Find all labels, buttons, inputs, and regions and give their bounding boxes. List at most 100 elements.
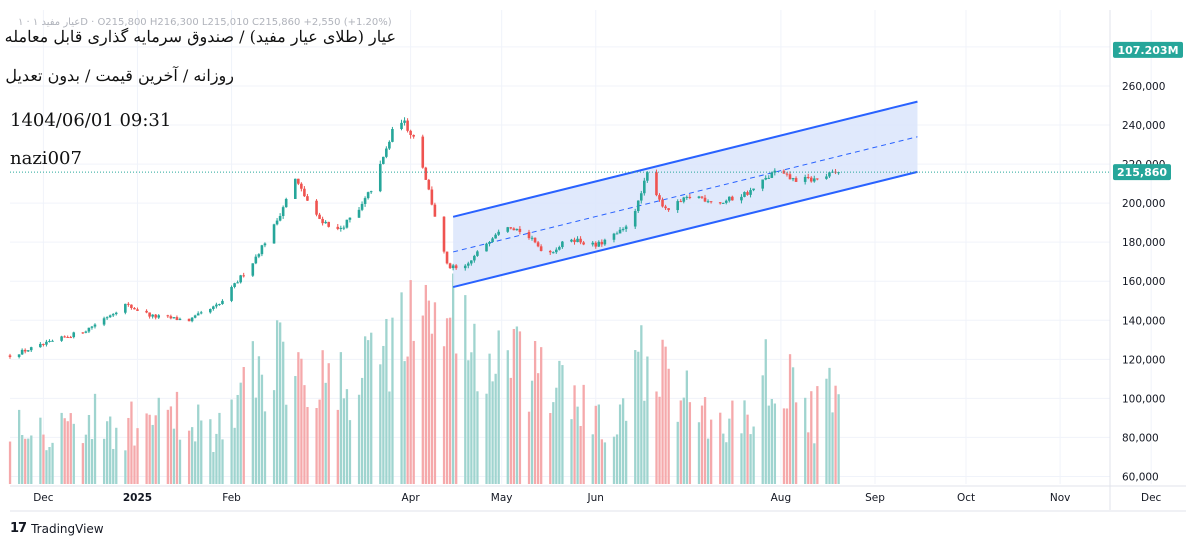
volume-bar bbox=[60, 412, 63, 484]
volume-bar bbox=[491, 381, 494, 484]
volume-bar bbox=[257, 356, 261, 484]
volume-bar bbox=[816, 386, 819, 484]
candle-body bbox=[451, 265, 455, 269]
candle-body bbox=[20, 349, 24, 355]
volume-bar bbox=[112, 448, 115, 484]
volume-bar bbox=[215, 433, 218, 484]
volume-bar bbox=[664, 346, 667, 484]
candle-body bbox=[151, 314, 154, 317]
volume-bar bbox=[788, 354, 792, 484]
volume-bar bbox=[130, 401, 133, 484]
parallel-channel[interactable] bbox=[452, 100, 918, 289]
volume-bar bbox=[767, 405, 770, 484]
volume-bar bbox=[834, 385, 837, 484]
candle-body bbox=[803, 176, 807, 182]
candle-body bbox=[433, 204, 437, 217]
volume-bar bbox=[473, 323, 476, 484]
candle-body bbox=[278, 216, 282, 221]
candle-body bbox=[466, 263, 470, 266]
y-tick-label: 140,000 bbox=[1122, 315, 1165, 327]
candle-body bbox=[257, 254, 261, 257]
candle-body bbox=[406, 120, 409, 131]
candle-body bbox=[157, 315, 161, 318]
volume-bar bbox=[603, 442, 607, 484]
volume-bar bbox=[485, 393, 488, 484]
volume-bar bbox=[412, 340, 415, 484]
candle-body bbox=[218, 304, 221, 306]
candle-body bbox=[124, 303, 127, 313]
candle-body bbox=[600, 241, 604, 245]
candle-body bbox=[536, 242, 540, 247]
candle-body bbox=[63, 336, 66, 338]
candle-body bbox=[172, 317, 176, 319]
candle-body bbox=[488, 242, 491, 244]
volume-bar bbox=[403, 361, 406, 484]
volume-bar bbox=[382, 345, 385, 484]
candle-body bbox=[42, 343, 45, 345]
last-volume-label: 107.203M bbox=[1117, 44, 1178, 57]
candle-body bbox=[527, 231, 531, 239]
x-tick-label: Oct bbox=[957, 492, 975, 504]
y-tick-label: 180,000 bbox=[1122, 237, 1165, 249]
volume-bar bbox=[549, 413, 552, 484]
volume-bar bbox=[21, 435, 24, 484]
volume-bar bbox=[93, 393, 97, 484]
candle-body bbox=[366, 192, 370, 199]
volume-bar bbox=[363, 336, 367, 484]
volume-bar bbox=[360, 377, 364, 484]
candle-body bbox=[272, 224, 276, 244]
volume-bar bbox=[306, 407, 309, 484]
candle-body bbox=[485, 243, 488, 252]
volume-bar bbox=[555, 387, 558, 484]
volume-bar bbox=[263, 411, 267, 484]
volume-bar bbox=[782, 408, 786, 484]
volume-bar bbox=[230, 399, 233, 484]
candle-body bbox=[297, 178, 300, 184]
candle-body bbox=[145, 310, 148, 313]
candle-body bbox=[212, 306, 215, 310]
candle-body bbox=[706, 201, 710, 203]
candle-body bbox=[221, 300, 224, 305]
candle-body bbox=[81, 332, 85, 334]
volume-bar bbox=[640, 325, 643, 484]
volume-bar bbox=[825, 378, 828, 484]
volume-bar bbox=[621, 398, 625, 484]
volume-bar bbox=[406, 356, 409, 484]
candle-body bbox=[39, 343, 42, 348]
volume-bar bbox=[761, 375, 764, 484]
candle-body bbox=[190, 317, 194, 322]
volume-bar bbox=[294, 376, 297, 484]
candle-body bbox=[339, 227, 343, 229]
volume-bar bbox=[367, 340, 370, 484]
volume-bar bbox=[455, 353, 458, 484]
candle-body bbox=[539, 246, 543, 251]
volume-bar bbox=[813, 443, 816, 484]
volume-bar bbox=[476, 391, 479, 484]
volume-bar bbox=[157, 397, 160, 484]
volume-bar bbox=[697, 422, 701, 484]
candle-body bbox=[655, 172, 658, 196]
volume-bar bbox=[676, 421, 679, 484]
volume-bar bbox=[688, 402, 692, 484]
volume-bar bbox=[552, 402, 555, 484]
volume-bar bbox=[561, 365, 564, 484]
volume-bar bbox=[685, 370, 689, 484]
volume-bar bbox=[746, 414, 749, 484]
volume-bar bbox=[48, 447, 51, 484]
volume-bar bbox=[72, 423, 75, 484]
candle-body bbox=[382, 156, 385, 164]
candle-body bbox=[69, 337, 72, 339]
candle-body bbox=[114, 312, 118, 315]
volume-bar bbox=[148, 414, 151, 484]
candle-body bbox=[658, 195, 661, 200]
tradingview-logo[interactable]: 17 TradingView bbox=[10, 521, 104, 536]
volume-bar bbox=[682, 397, 685, 484]
volume-bar bbox=[45, 450, 48, 484]
candle-body bbox=[242, 275, 245, 277]
candle-body bbox=[93, 324, 97, 327]
volume-bar bbox=[579, 425, 582, 484]
volume-bar bbox=[178, 439, 182, 484]
volume-bar bbox=[828, 367, 831, 484]
candle-body bbox=[148, 312, 151, 317]
volume-bar bbox=[509, 377, 512, 484]
